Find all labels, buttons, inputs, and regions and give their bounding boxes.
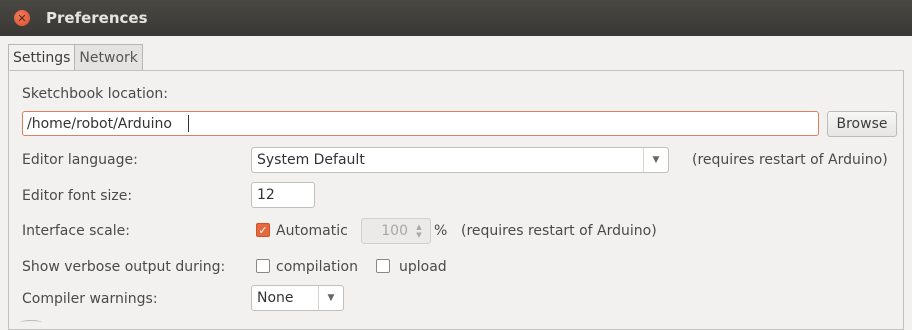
percent-label: % bbox=[434, 223, 448, 239]
editor-language-note: (requires restart of Arduino) bbox=[692, 152, 888, 168]
compilation-checkbox[interactable] bbox=[256, 259, 270, 273]
compiler-warnings-label: Compiler warnings: bbox=[22, 291, 158, 307]
close-icon[interactable]: ✕ bbox=[14, 10, 30, 26]
title-bar: ✕ Preferences bbox=[0, 0, 912, 36]
automatic-scale-label: Automatic bbox=[276, 223, 348, 239]
automatic-scale-checkbox[interactable]: ✓ bbox=[256, 223, 270, 237]
interface-scale-spinner[interactable]: 100 ▲ ▼ bbox=[361, 218, 431, 244]
chevron-down-icon[interactable]: ▼ bbox=[643, 148, 668, 172]
sketchbook-location-label: Sketchbook location: bbox=[22, 86, 169, 102]
tab-bar: Settings Network bbox=[8, 44, 143, 71]
upload-label: upload bbox=[399, 259, 447, 275]
interface-scale-label: Interface scale: bbox=[22, 223, 130, 239]
editor-font-size-label: Editor font size: bbox=[22, 188, 133, 204]
verbose-output-label: Show verbose output during: bbox=[22, 259, 226, 275]
compiler-warnings-select[interactable]: None ▼ bbox=[251, 285, 344, 311]
tab-settings[interactable]: Settings bbox=[8, 44, 76, 71]
interface-scale-value: 100 bbox=[381, 223, 408, 239]
compiler-warnings-value: None bbox=[257, 290, 294, 306]
compilation-label: compilation bbox=[276, 259, 358, 275]
text-caret bbox=[188, 115, 189, 132]
upload-checkbox[interactable] bbox=[376, 259, 390, 273]
editor-language-value: System Default bbox=[257, 152, 365, 168]
editor-font-size-input[interactable] bbox=[251, 182, 315, 208]
window-title: Preferences bbox=[46, 9, 148, 27]
chevron-down-icon[interactable]: ▼ bbox=[318, 286, 343, 310]
browse-button[interactable]: Browse bbox=[827, 111, 897, 137]
editor-language-label: Editor language: bbox=[22, 152, 138, 168]
interface-scale-note: (requires restart of Arduino) bbox=[461, 223, 657, 239]
divider bbox=[20, 320, 42, 325]
spin-arrows-icon[interactable]: ▲ ▼ bbox=[412, 223, 426, 239]
editor-language-select[interactable]: System Default ▼ bbox=[251, 147, 669, 173]
sketchbook-location-input[interactable] bbox=[22, 111, 819, 136]
tab-network[interactable]: Network bbox=[75, 44, 143, 70]
checkmark-icon: ✓ bbox=[258, 223, 268, 237]
